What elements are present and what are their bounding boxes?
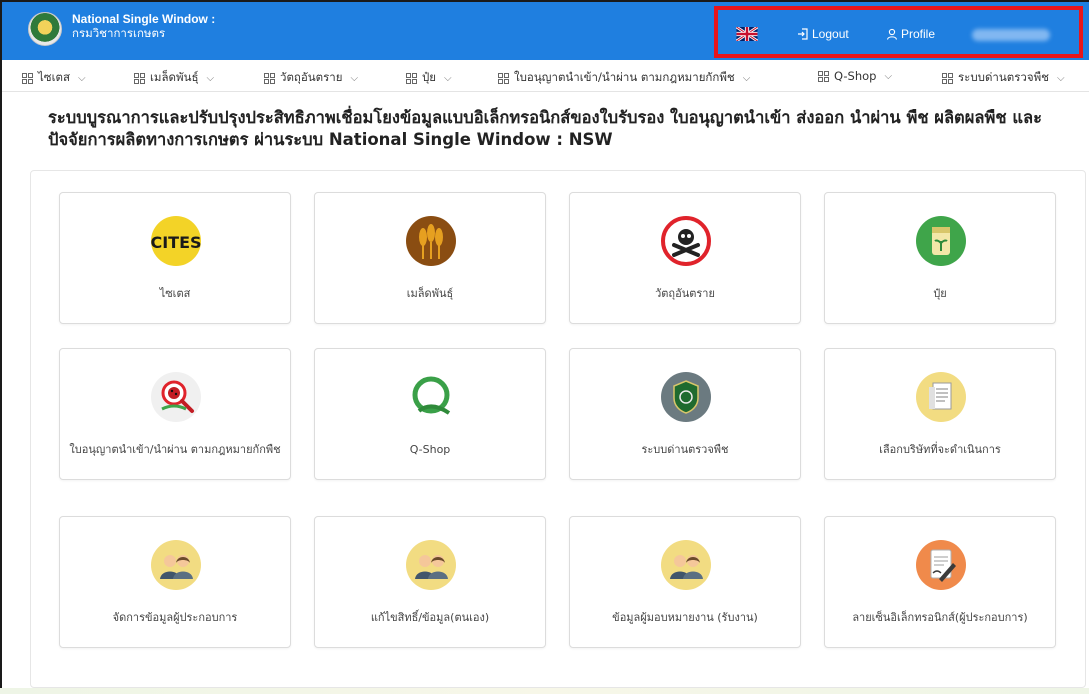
edit-self-icon (405, 539, 457, 591)
profile-label: Profile (901, 27, 936, 41)
card-label: ระบบด่านตรวจพืช (641, 443, 729, 456)
menu-card-edit-self[interactable]: แก้ไขสิทธิ์/ข้อมูล(ตนเอง) (314, 516, 546, 648)
card-label: วัตถุอันตราย (655, 287, 715, 300)
chevron-down-icon: ⌵ (444, 72, 452, 84)
card-label: เลือกบริษัทที่จะดำเนินการ (879, 443, 1001, 456)
blurred-username (972, 29, 1050, 41)
card-label: ปุ๋ย (933, 287, 947, 300)
nav-label: ใบอนุญาตนำเข้า/นำผ่าน ตามกฎหมายกักพืช (514, 70, 735, 84)
nav-item-hazardous[interactable]: วัตถุอันตราย ⌵ (264, 69, 358, 87)
app-title-main: National Single Window : (72, 12, 216, 26)
nav-item-checkpoint[interactable]: ระบบด่านตรวจพืช ⌵ (942, 69, 1065, 87)
e-signature-icon (915, 539, 967, 591)
menu-card-manage-operator[interactable]: จัดการข้อมูลผู้ประกอบการ (59, 516, 291, 648)
grid-icon (498, 72, 509, 84)
nav-item-q-shop[interactable]: Q-Shop ⌵ (818, 69, 892, 83)
menu-card-import-permit[interactable]: ใบอนุญาตนำเข้า/นำผ่าน ตามกฎหมายกักพืช (59, 348, 291, 480)
chevron-down-icon: ⌵ (78, 72, 86, 84)
grid-icon (406, 72, 417, 84)
menu-card-checkpoint[interactable]: ระบบด่านตรวจพืช (569, 348, 801, 480)
menu-card-hazardous[interactable]: วัตถุอันตราย (569, 192, 801, 324)
uk-flag-icon[interactable] (736, 27, 758, 41)
nav-label: ปุ๋ย (422, 70, 437, 84)
nav-label: ไซเตส (38, 70, 71, 84)
svg-text:CITES: CITES (150, 233, 201, 252)
card-label: แก้ไขสิทธิ์/ข้อมูล(ตนเอง) (370, 611, 490, 624)
select-company-icon (915, 371, 967, 423)
nav-item-fertilizer[interactable]: ปุ๋ย ⌵ (406, 69, 452, 87)
grid-icon (134, 72, 145, 84)
cites-icon: CITES (150, 215, 202, 267)
menu-card-select-company[interactable]: เลือกบริษัทที่จะดำเนินการ (824, 348, 1056, 480)
menu-card-fertilizer[interactable]: ปุ๋ย (824, 192, 1056, 324)
logout-label: Logout (812, 27, 849, 41)
nav-label: ระบบด่านตรวจพืช (958, 70, 1049, 84)
nav-item-import-permit[interactable]: ใบอนุญาตนำเข้า/นำผ่าน ตามกฎหมายกักพืช ⌵ (498, 69, 750, 87)
menu-card-assigner-info[interactable]: ข้อมูลผู้มอบหมายงาน (รับงาน) (569, 516, 801, 648)
chevron-down-icon: ⌵ (742, 72, 751, 84)
logout-button[interactable]: Logout (797, 27, 849, 41)
menu-card-e-signature[interactable]: ลายเซ็นอิเล็กทรอนิกส์(ผู้ประกอบการ) (824, 516, 1056, 648)
card-label: ใบอนุญาตนำเข้า/นำผ่าน ตามกฎหมายกักพืช (69, 443, 281, 456)
grid-icon (818, 70, 829, 82)
nav-label: เมล็ดพันธุ์ (150, 70, 199, 84)
chevron-down-icon: ⌵ (884, 70, 893, 82)
page-title: ระบบบูรณาการและปรับปรุงประสิทธิภาพเชื่อม… (48, 108, 1042, 149)
background-decoration (0, 688, 1089, 694)
chevron-down-icon: ⌵ (1056, 72, 1065, 84)
q-shop-icon (405, 371, 457, 423)
hazard-skull-icon (660, 215, 712, 267)
plant-checkpoint-icon (660, 371, 712, 423)
menu-card-q-shop[interactable]: Q-Shop (314, 348, 546, 480)
seed-icon (405, 215, 457, 267)
grid-icon (942, 72, 953, 84)
card-label: Q-Shop (409, 443, 451, 456)
card-label: ไซเตส (159, 287, 191, 300)
card-label: ลายเซ็นอิเล็กทรอนิกส์(ผู้ประกอบการ) (852, 611, 1028, 624)
nav-item-seed[interactable]: เมล็ดพันธุ์ ⌵ (134, 69, 214, 87)
user-icon (886, 28, 898, 40)
menu-card-seed[interactable]: เมล็ดพันธุ์ (314, 192, 546, 324)
manage-operator-icon (150, 539, 202, 591)
logout-icon (798, 28, 808, 40)
menu-card-cites[interactable]: CITES ไซเตส (59, 192, 291, 324)
nav-item-cites[interactable]: ไซเตส ⌵ (22, 69, 86, 87)
profile-button[interactable]: Profile (886, 27, 935, 41)
department-logo[interactable] (28, 12, 62, 46)
chevron-down-icon: ⌵ (350, 72, 359, 84)
card-label: ข้อมูลผู้มอบหมายงาน (รับงาน) (612, 611, 758, 624)
chevron-down-icon: ⌵ (206, 72, 215, 84)
assigner-info-icon (660, 539, 712, 591)
card-label: เมล็ดพันธุ์ (406, 287, 454, 300)
grid-icon (264, 72, 275, 84)
fertilizer-icon (915, 215, 967, 267)
nav-label: Q-Shop (834, 69, 877, 83)
app-title: National Single Window : กรมวิชาการเกษตร (72, 12, 215, 42)
grid-icon (22, 72, 33, 84)
main-nav: ไซเตส ⌵ เมล็ดพันธุ์ ⌵ วัตถุอันตราย ⌵ ปุ๋ย ⌵ … (2, 60, 1089, 92)
nav-label: วัตถุอันตราย (280, 70, 343, 84)
app-title-sub: กรมวิชาการเกษตร (72, 28, 166, 40)
card-label: จัดการข้อมูลผู้ประกอบการ (112, 611, 238, 624)
menu-panel: CITES ไซเตส เมล็ดพันธุ์ วัตถุอันตราย ปุ๋… (30, 170, 1086, 688)
plant-quarantine-icon (150, 371, 202, 423)
